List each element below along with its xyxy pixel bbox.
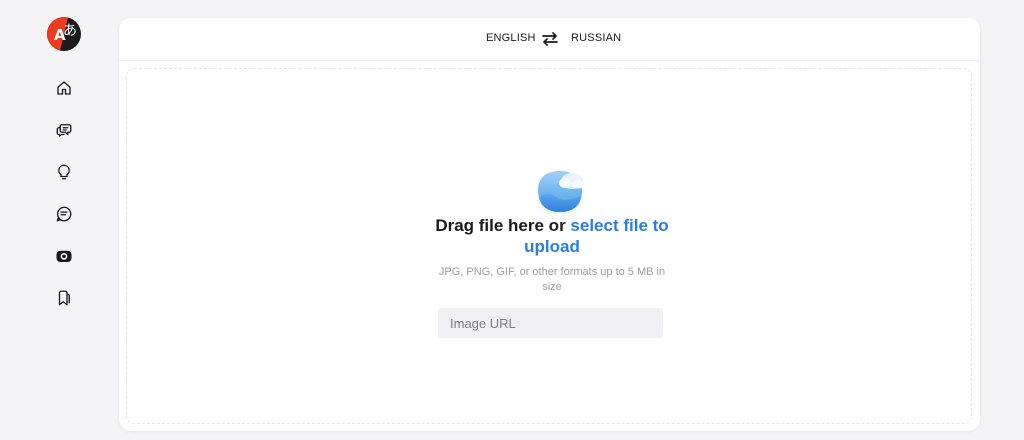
sidebar-item-ideas[interactable] [53, 161, 75, 183]
lightbulb-icon [58, 164, 70, 180]
upload-format-hint: JPG, PNG, GIF, or other formats up to 5 … [438, 266, 666, 293]
upload-headline: Drag file here or select file to upload [427, 215, 677, 257]
sidebar: A あ [0, 0, 118, 440]
source-language-button[interactable]: ENGLISH [486, 32, 536, 44]
bookmarks-icon [58, 290, 70, 306]
file-drop-zone[interactable]: Drag file here or select file to upload … [126, 68, 972, 424]
text-bubble-icon [56, 206, 72, 222]
swap-arrows-icon[interactable] [541, 31, 559, 47]
image-translation-panel: ENGLISH RUSSIAN Drag file here or select… [119, 18, 980, 431]
language-bar: ENGLISH RUSSIAN [119, 18, 980, 61]
page: A あ ENGLISH RUSSIAN Drag file here or se… [0, 0, 1024, 440]
camera-icon [56, 250, 72, 262]
target-language-button[interactable]: RUSSIAN [571, 32, 621, 44]
logo-kana-glyph: あ [63, 23, 77, 39]
sidebar-item-dialogue[interactable] [53, 119, 75, 141]
chat-bubbles-icon [56, 124, 72, 137]
image-upload-icon [530, 171, 590, 220]
upload-headline-text: Drag file here or [435, 216, 571, 235]
image-url-input[interactable] [438, 308, 663, 338]
sidebar-item-documents[interactable] [53, 203, 75, 225]
sidebar-item-saved[interactable] [53, 287, 75, 309]
sidebar-item-images[interactable] [53, 245, 75, 267]
sidebar-item-home[interactable] [53, 77, 75, 99]
home-icon [57, 81, 71, 95]
translator-logo-icon[interactable]: A あ [47, 17, 81, 51]
